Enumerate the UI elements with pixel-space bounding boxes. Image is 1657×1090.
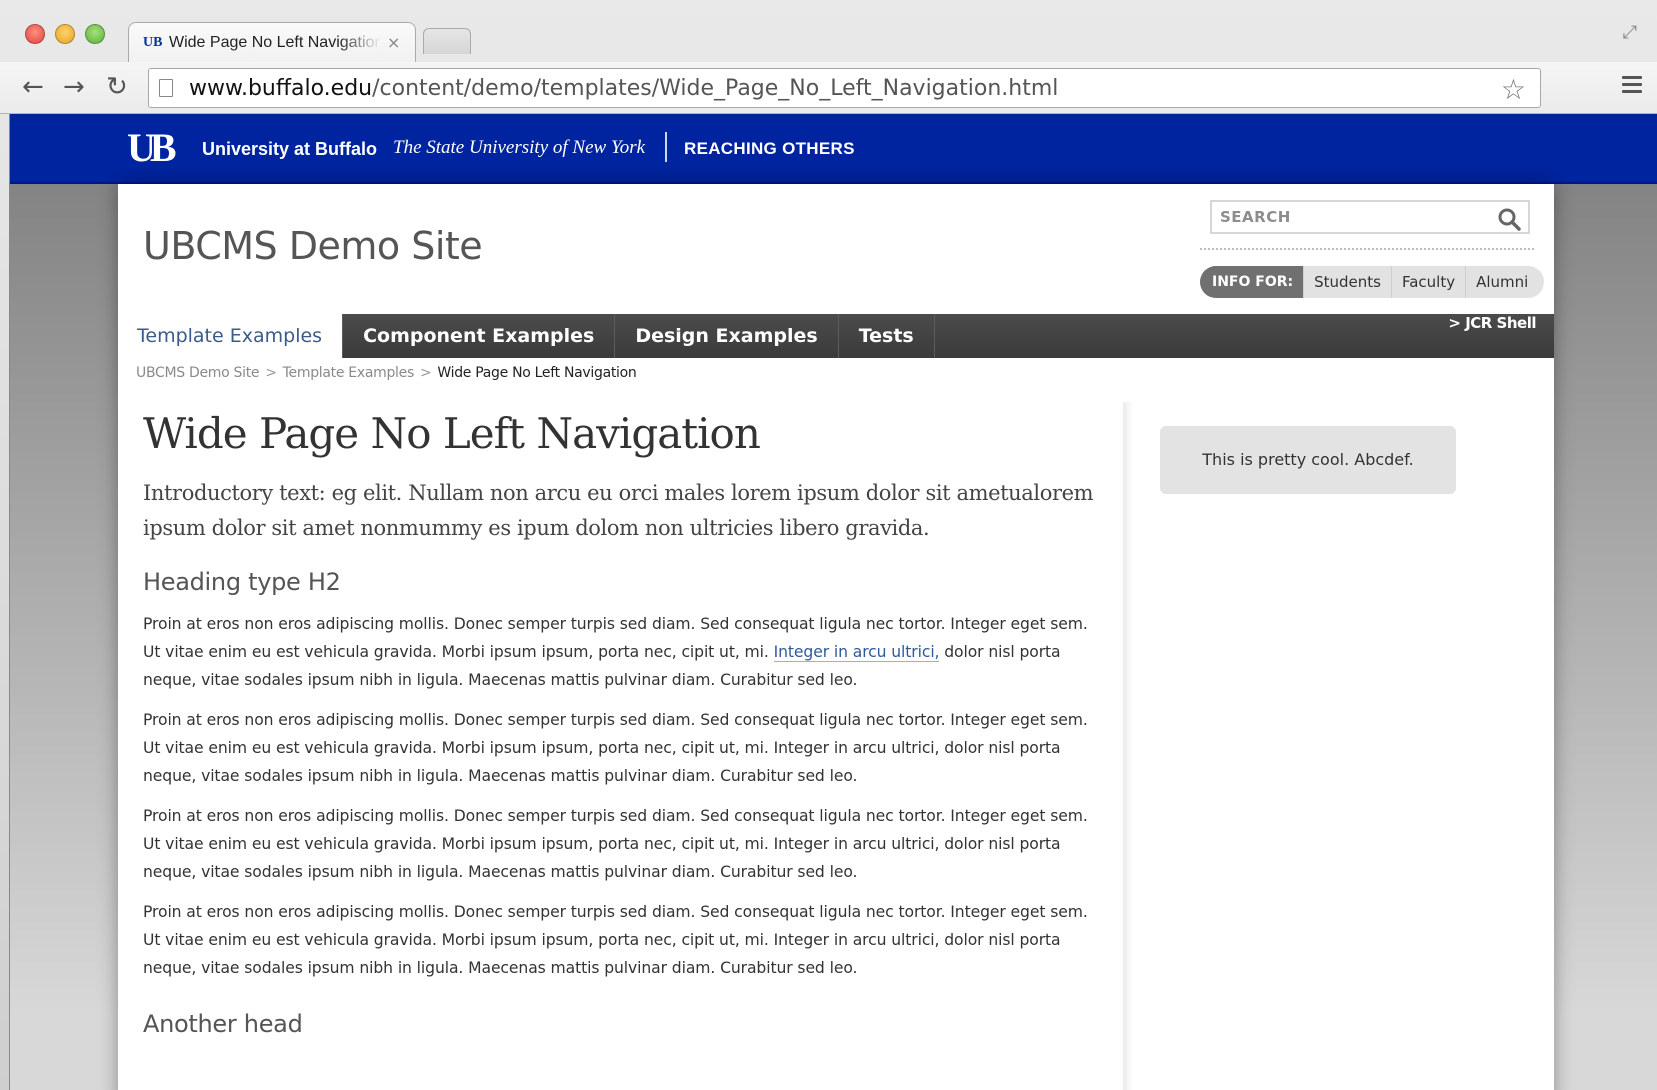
paragraph-2: Proin at eros non eros adipiscing mollis… [143, 711, 1088, 785]
page-title: Wide Page No Left Navigation [143, 409, 761, 458]
site-title[interactable]: UBCMS Demo Site [143, 224, 483, 268]
breadcrumb-current: Wide Page No Left Navigation [437, 365, 637, 381]
back-button[interactable]: ← [22, 72, 44, 102]
breadcrumb-home[interactable]: UBCMS Demo Site [136, 365, 260, 381]
search-icon[interactable] [1496, 206, 1522, 232]
ub-name[interactable]: University at Buffalo [202, 139, 377, 160]
breadcrumb: UBCMS Demo Site > Template Examples > Wide P… [136, 365, 637, 381]
info-link-faculty[interactable]: Faculty [1390, 266, 1465, 298]
url-path: /content/demo/templates/Wide_Page_No_Lef… [372, 75, 1059, 101]
browser-tab[interactable]: UB Wide Page No Left Navigation × [128, 22, 416, 62]
ub-divider [665, 132, 667, 162]
browser-window: UB Wide Page No Left Navigation × ⤢ ← → … [0, 0, 1657, 1090]
tab-title: Wide Page No Left Navigation [169, 33, 381, 51]
close-window-button[interactable] [25, 24, 45, 44]
info-link-alumni[interactable]: Alumni [1465, 266, 1544, 298]
address-bar[interactable]: www.buffalo.edu/content/demo/templates/W… [148, 68, 1541, 108]
site-container: UBCMS Demo Site INFO FOR: Students Facul… [118, 184, 1554, 1090]
ub-logo[interactable]: UB [127, 128, 177, 168]
url-host: www.buffalo.edu [189, 75, 373, 101]
search-box [1210, 200, 1530, 234]
ub-tagline: The State University of New York [393, 137, 646, 158]
sidebar-callout: This is pretty cool. Abcdef. [1160, 426, 1456, 494]
another-heading: Another head [143, 1010, 303, 1038]
breadcrumb-separator: > [265, 365, 277, 381]
url-text[interactable]: www.buffalo.edu/content/demo/templates/W… [189, 76, 1058, 101]
paragraph-1: Proin at eros non eros adipiscing mollis… [143, 610, 1103, 694]
breadcrumb-template-examples[interactable]: Template Examples [283, 365, 415, 381]
zoom-window-button[interactable] [85, 24, 105, 44]
intro-text: Introductory text: eg elit. Nullam non a… [143, 481, 1094, 540]
minimize-window-button[interactable] [55, 24, 75, 44]
fullscreen-icon[interactable]: ⤢ [1623, 22, 1637, 43]
reaching-others-link[interactable]: REACHING OTHERS [684, 139, 855, 159]
nav-tab-design-examples[interactable]: Design Examples [615, 314, 839, 358]
bookmark-star-icon[interactable]: ☆ [1501, 73, 1526, 106]
nav-tab-template-examples[interactable]: Template Examples [118, 314, 344, 358]
paragraph-3: Proin at eros non eros adipiscing mollis… [143, 807, 1088, 881]
heading-h2: Heading type H2 [143, 568, 341, 596]
info-for-label: INFO FOR: [1200, 266, 1304, 298]
nav-tab-component-examples[interactable]: Component Examples [343, 314, 616, 358]
content-divider [1123, 402, 1133, 1090]
main-nav: Template Examples Component Examples Des… [118, 314, 1554, 358]
main-content: Wide Page No Left Navigation Introductor… [143, 409, 1103, 1038]
header-divider [1200, 248, 1534, 250]
ub-favicon-icon: UB [143, 34, 163, 50]
nav-tab-tests[interactable]: Tests [839, 314, 935, 358]
reload-button[interactable]: ↻ [106, 72, 128, 102]
search-input[interactable] [1212, 202, 1482, 232]
browser-menu-icon[interactable] [1622, 72, 1642, 97]
info-link-students[interactable]: Students [1303, 266, 1391, 298]
jcr-shell-link[interactable]: > JCR Shell [1448, 314, 1536, 332]
forward-button[interactable]: → [63, 72, 85, 102]
browser-toolbar: ← → ↻ www.buffalo.edu/content/demo/templ… [0, 62, 1657, 114]
new-tab-button[interactable] [423, 28, 471, 54]
ub-global-bar: UB University at Buffalo The State Unive… [10, 114, 1657, 184]
paragraph-4: Proin at eros non eros adipiscing mollis… [143, 903, 1088, 977]
breadcrumb-separator: > [419, 365, 432, 381]
title-bar: UB Wide Page No Left Navigation × ⤢ [0, 0, 1657, 62]
info-for-bar: INFO FOR: Students Faculty Alumni [1200, 266, 1545, 298]
close-tab-icon[interactable]: × [387, 33, 400, 52]
inline-link[interactable]: Integer in arcu ultrici, [773, 643, 940, 662]
page-icon [159, 79, 173, 97]
page-viewport: UB University at Buffalo The State Unive… [9, 114, 1657, 1090]
